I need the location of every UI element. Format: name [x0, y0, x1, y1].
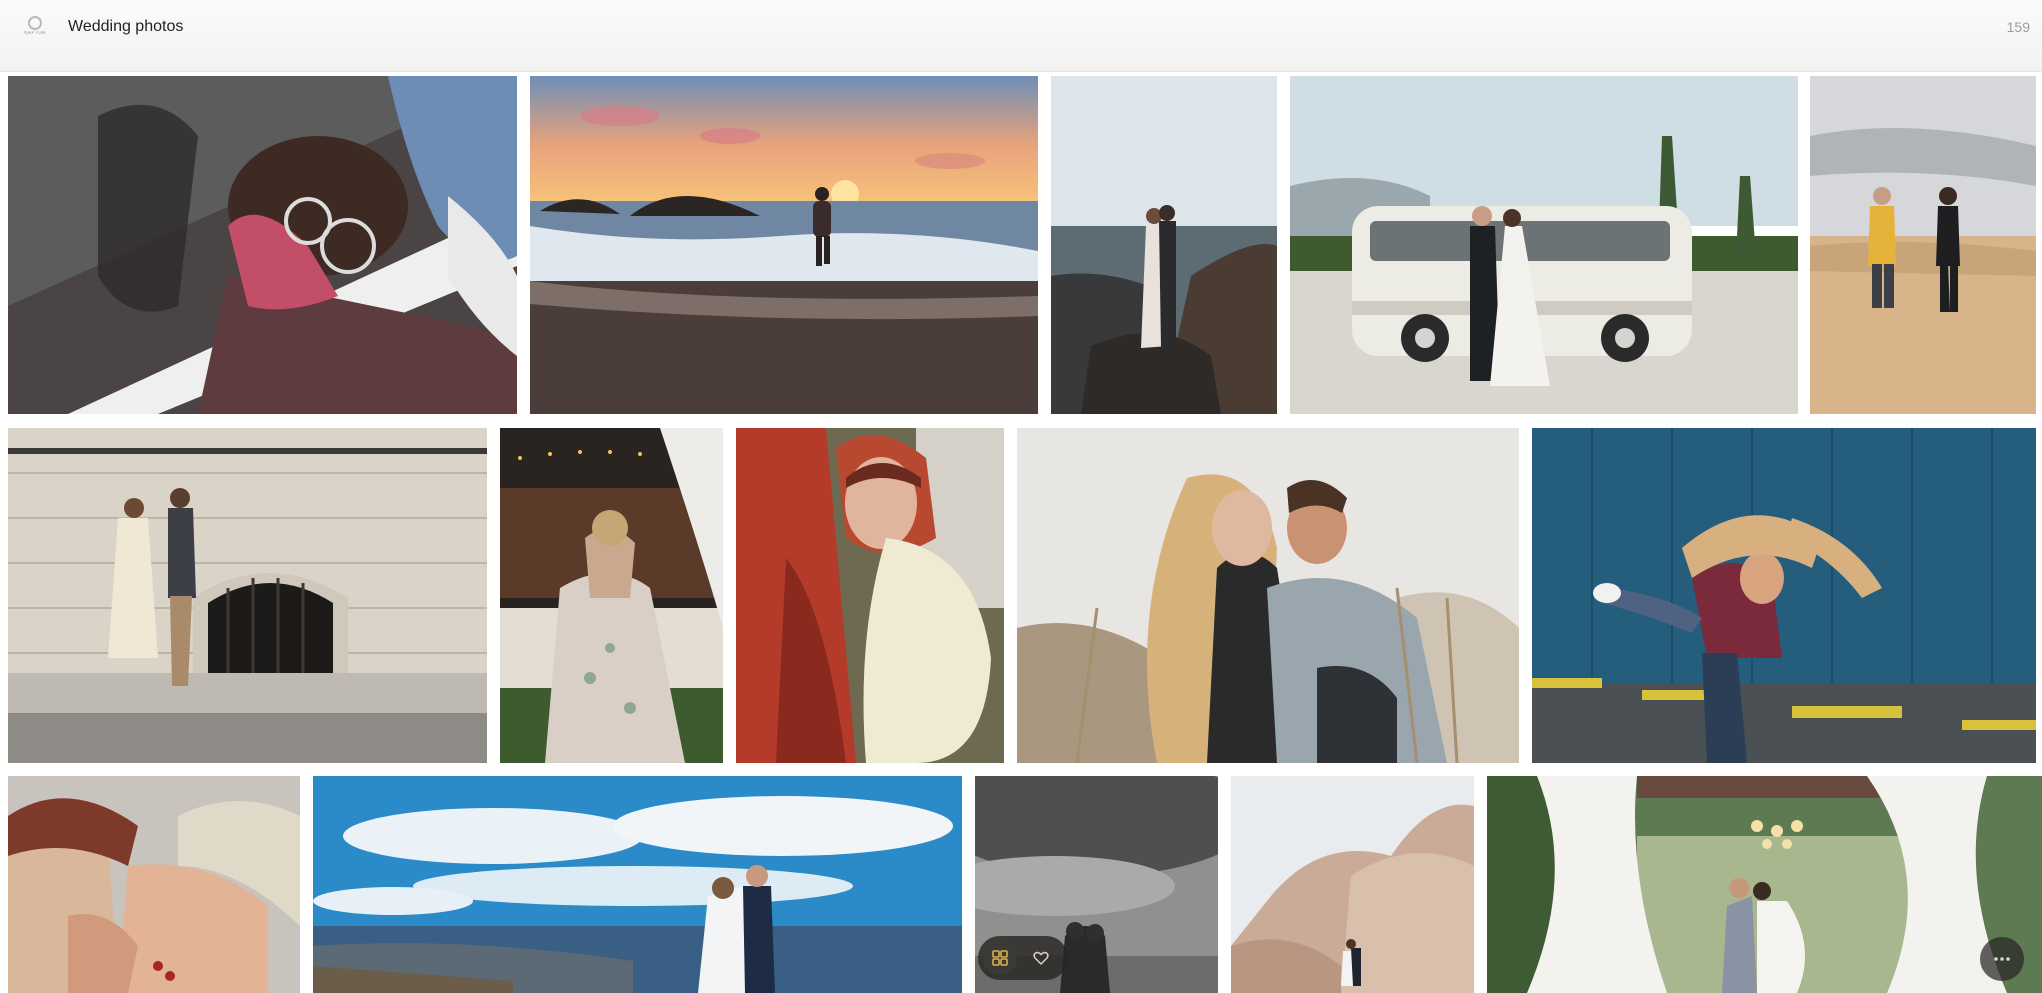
photo-woman-glasses-pink-cap[interactable]: [8, 76, 517, 414]
top-bar: KAPTUR Wedding photos 159: [0, 0, 2042, 72]
album-title: Wedding photos: [68, 18, 184, 35]
photo-count: 159: [2006, 19, 2030, 35]
view-toolbar: [978, 936, 1068, 980]
photo-piggyback-ride-blue-wall[interactable]: [1532, 428, 2036, 763]
photo-couple-in-field[interactable]: [1017, 428, 1519, 763]
photo-couple-kissing-on-rocks[interactable]: [1051, 76, 1277, 414]
logo-text: KAPTUR: [24, 31, 46, 36]
grid-icon: [992, 950, 1008, 966]
photo-couple-kissing-seaside-blue-sky[interactable]: [313, 776, 962, 993]
photo-couple-walking-by-stone-wall[interactable]: [8, 428, 487, 763]
photo-couple-beanies-close[interactable]: [8, 776, 300, 993]
grid-view-button[interactable]: [983, 941, 1017, 975]
more-options-button[interactable]: [1980, 937, 2024, 981]
heart-icon: [1033, 951, 1049, 965]
photo-couple-kissing-by-van[interactable]: [1290, 76, 1798, 414]
photo-bride-dancing-floral-dress[interactable]: [500, 428, 723, 763]
favorites-button[interactable]: [1024, 941, 1058, 975]
photo-couple-desert-boulders[interactable]: [1231, 776, 1474, 993]
camera-logo-icon[interactable]: KAPTUR: [20, 14, 48, 42]
photo-couple-kiss-chandelier-curtains[interactable]: [1487, 776, 2042, 993]
photo-woman-red-hood-jacket[interactable]: [736, 428, 1004, 763]
photo-man-walking-sunset-beach[interactable]: [530, 76, 1038, 414]
photo-couple-holding-hands-sand[interactable]: [1810, 76, 2036, 414]
more-dots-icon: [1994, 957, 2010, 961]
